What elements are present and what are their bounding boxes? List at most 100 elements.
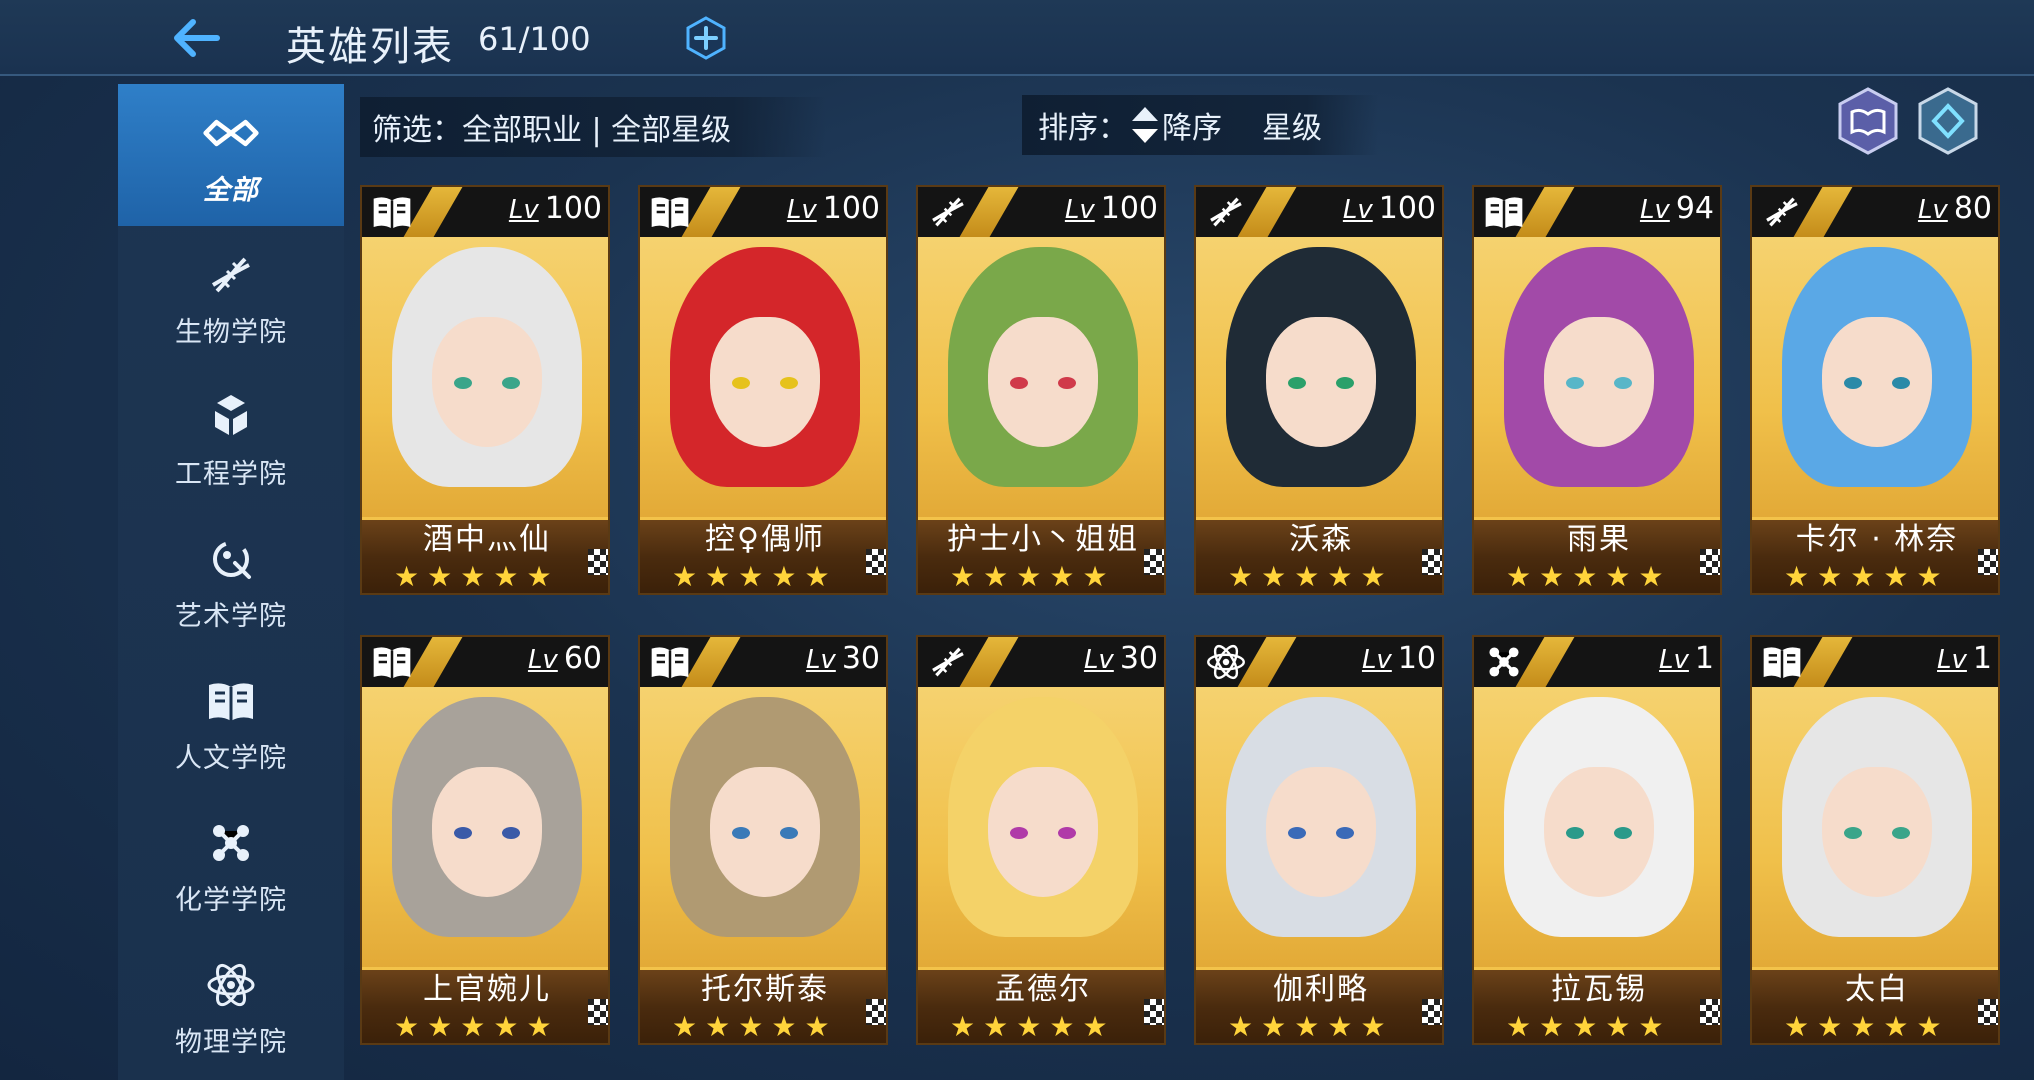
hero-portrait bbox=[362, 237, 608, 517]
filter-button[interactable]: 筛选：全部职业 | 全部星级 bbox=[360, 97, 826, 157]
hero-level: Lv 1 bbox=[1659, 641, 1714, 676]
hero-card[interactable]: Lv 94 雨果 ★ ★ ★ ★ ★ bbox=[1472, 185, 1722, 595]
star-icon: ★ bbox=[1294, 1009, 1320, 1043]
sidebar-item-physics[interactable]: 物理学院 bbox=[118, 936, 344, 1078]
checker-flag-icon bbox=[1700, 549, 1720, 575]
level-value: 60 bbox=[563, 641, 602, 676]
hero-level: Lv 80 bbox=[1918, 191, 1992, 226]
star-icon: ★ bbox=[738, 1009, 764, 1043]
card-header: Lv 10 bbox=[1196, 637, 1442, 687]
palette-icon bbox=[202, 530, 260, 588]
settings-button[interactable] bbox=[1916, 86, 1980, 156]
back-button[interactable] bbox=[168, 12, 224, 64]
star-icon: ★ bbox=[1539, 1009, 1565, 1043]
card-header: Lv 1 bbox=[1474, 637, 1720, 687]
atom-icon bbox=[202, 956, 260, 1014]
category-sidebar: 全部 生物学院 工程学院 艺术学院 人文学院 化学学院 物理学院 bbox=[118, 84, 344, 1080]
book-icon bbox=[368, 641, 416, 683]
sort-label: 排序： bbox=[1038, 111, 1128, 146]
star-icon: ★ bbox=[1082, 1009, 1108, 1043]
star-rating: ★ ★ ★ ★ ★ bbox=[1752, 557, 1998, 593]
dna-icon bbox=[202, 246, 260, 304]
level-value: 1 bbox=[1972, 641, 1992, 676]
level-tag: Lv bbox=[508, 195, 539, 225]
star-icon: ★ bbox=[526, 1009, 552, 1043]
star-icon: ★ bbox=[1850, 559, 1876, 593]
card-header: Lv 100 bbox=[918, 187, 1164, 237]
level-tag: Lv bbox=[1659, 645, 1689, 675]
sort-order-button[interactable]: 降序 bbox=[1162, 103, 1222, 147]
hero-name: 控♀偶师 bbox=[640, 517, 886, 557]
add-capacity-button[interactable] bbox=[684, 16, 728, 60]
hero-card[interactable]: Lv 30 托尔斯泰 ★ ★ ★ ★ ★ bbox=[638, 635, 888, 1045]
level-tag: Lv bbox=[1639, 195, 1670, 225]
sidebar-item-label: 物理学院 bbox=[175, 1026, 287, 1058]
sort-control: 排序： 降序 星级 bbox=[1022, 95, 1378, 155]
hero-name: 托尔斯泰 bbox=[640, 967, 886, 1007]
checker-flag-icon bbox=[1144, 999, 1164, 1025]
star-icon: ★ bbox=[394, 1009, 420, 1043]
hero-level: Lv 30 bbox=[806, 641, 880, 676]
hero-name: 沃森 bbox=[1196, 517, 1442, 557]
level-tag: Lv bbox=[1342, 195, 1373, 225]
top-bar: 英雄列表 61/100 bbox=[0, 0, 2034, 76]
hero-card[interactable]: Lv 100 酒中灬仙 ★ ★ ★ ★ ★ bbox=[360, 185, 610, 595]
cubes-icon bbox=[202, 388, 260, 446]
checker-flag-icon bbox=[588, 999, 608, 1025]
star-icon: ★ bbox=[427, 559, 453, 593]
star-icon: ★ bbox=[1572, 1009, 1598, 1043]
star-icon: ★ bbox=[950, 559, 976, 593]
hero-card[interactable]: Lv 30 孟德尔 ★ ★ ★ ★ ★ bbox=[916, 635, 1166, 1045]
sidebar-item-biology[interactable]: 生物学院 bbox=[118, 226, 344, 368]
star-icon: ★ bbox=[1850, 1009, 1876, 1043]
sidebar-item-engineering[interactable]: 工程学院 bbox=[118, 368, 344, 510]
hero-name: 酒中灬仙 bbox=[362, 517, 608, 557]
sort-order-icon[interactable] bbox=[1130, 103, 1160, 147]
star-icon: ★ bbox=[1016, 1009, 1042, 1043]
star-icon: ★ bbox=[526, 559, 552, 593]
star-rating: ★ ★ ★ ★ ★ bbox=[640, 557, 886, 593]
hero-card[interactable]: Lv 1 太白 ★ ★ ★ ★ ★ bbox=[1750, 635, 2000, 1045]
level-tag: Lv bbox=[1064, 195, 1095, 225]
level-value: 100 bbox=[1378, 191, 1436, 226]
sidebar-item-chemistry[interactable]: 化学学院 bbox=[118, 794, 344, 936]
star-icon: ★ bbox=[1016, 559, 1042, 593]
star-icon: ★ bbox=[1572, 559, 1598, 593]
sidebar-item-humanities[interactable]: 人文学院 bbox=[118, 652, 344, 794]
codex-button[interactable] bbox=[1836, 86, 1900, 156]
hero-card[interactable]: Lv 1 拉瓦锡 ★ ★ ★ ★ ★ bbox=[1472, 635, 1722, 1045]
checker-flag-icon bbox=[866, 549, 886, 575]
hero-card[interactable]: Lv 100 控♀偶师 ★ ★ ★ ★ ★ bbox=[638, 185, 888, 595]
star-icon: ★ bbox=[1261, 1009, 1287, 1043]
infinity-icon bbox=[202, 104, 260, 162]
star-icon: ★ bbox=[1506, 559, 1532, 593]
diamond-hexagon-icon bbox=[1918, 87, 1978, 155]
hero-card[interactable]: Lv 10 伽利略 ★ ★ ★ ★ ★ bbox=[1194, 635, 1444, 1045]
hero-card[interactable]: Lv 60 上官婉儿 ★ ★ ★ ★ ★ bbox=[360, 635, 610, 1045]
hero-card[interactable]: Lv 80 卡尔 · 林奈 ★ ★ ★ ★ ★ bbox=[1750, 185, 2000, 595]
star-icon: ★ bbox=[1082, 559, 1108, 593]
star-icon: ★ bbox=[1638, 559, 1664, 593]
hero-count: 61/100 bbox=[478, 20, 591, 58]
hero-portrait bbox=[1196, 687, 1442, 967]
star-icon: ★ bbox=[1605, 1009, 1631, 1043]
star-icon: ★ bbox=[950, 1009, 976, 1043]
hero-card[interactable]: Lv 100 护士小丶姐姐 ★ ★ ★ ★ ★ bbox=[916, 185, 1166, 595]
sidebar-item-art[interactable]: 艺术学院 bbox=[118, 510, 344, 652]
sidebar-item-all[interactable]: 全部 bbox=[118, 84, 344, 226]
star-icon: ★ bbox=[460, 1009, 486, 1043]
hero-portrait bbox=[362, 687, 608, 967]
hero-level: Lv 100 bbox=[1065, 191, 1158, 226]
checker-flag-icon bbox=[1978, 549, 1998, 575]
star-icon: ★ bbox=[771, 559, 797, 593]
sort-key-button[interactable]: 星级 bbox=[1262, 103, 1322, 147]
level-tag: Lv bbox=[1937, 645, 1967, 675]
hero-level: Lv 94 bbox=[1640, 191, 1714, 226]
card-header: Lv 1 bbox=[1752, 637, 1998, 687]
hero-portrait bbox=[1474, 687, 1720, 967]
arrow-left-icon bbox=[174, 19, 220, 57]
star-icon: ★ bbox=[1605, 559, 1631, 593]
hero-portrait bbox=[1752, 687, 1998, 967]
hero-card[interactable]: Lv 100 沃森 ★ ★ ★ ★ ★ bbox=[1194, 185, 1444, 595]
star-icon: ★ bbox=[493, 1009, 519, 1043]
